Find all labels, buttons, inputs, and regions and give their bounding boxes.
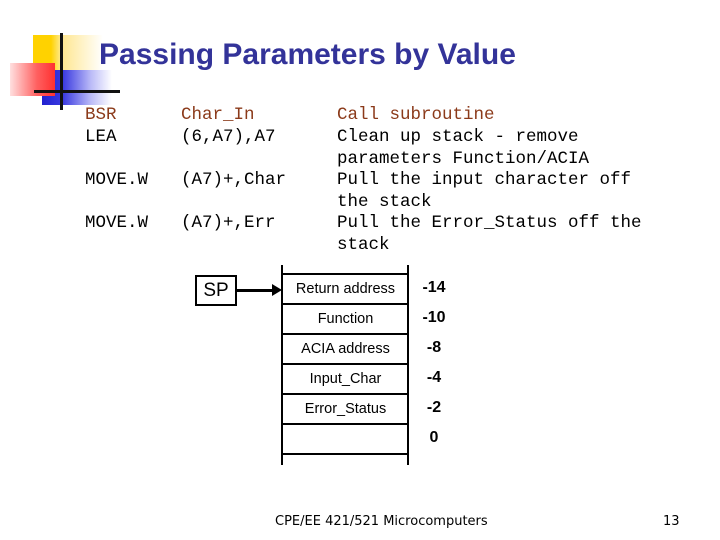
code-op-1: LEA: [85, 127, 117, 147]
footer-page-number: 13: [663, 514, 680, 529]
code-op-2: MOVE.W: [85, 170, 149, 190]
code-comment-2: Pull the input character off the stack: [337, 170, 632, 212]
stack-offset: -8: [426, 339, 442, 356]
code-operand-0: Char_In: [181, 105, 255, 125]
stack-cell-acia-address: ACIA address: [301, 341, 390, 357]
slide-title: Passing Parameters by Value: [99, 38, 516, 71]
code-operand-3: (A7)+,Err: [181, 213, 276, 233]
stack-cell-return-address: Return address: [295, 281, 396, 297]
logo-yellow-fade: [63, 35, 103, 70]
code-op-3: MOVE.W: [85, 213, 149, 233]
stack-offset: 0: [429, 429, 439, 446]
code-operand-2: (A7)+,Char: [181, 170, 287, 190]
logo-vertical-line: [60, 33, 63, 110]
stack-pointer-arrow: [237, 289, 273, 292]
stack-cell-error-status: Error_Status: [304, 401, 387, 417]
stack-cell-function: Function: [317, 311, 374, 327]
stack-left-border: [281, 265, 283, 465]
stack-pointer-box: SP: [195, 275, 237, 306]
stack-offset: -14: [422, 279, 446, 296]
code-op-0: BSR: [85, 105, 117, 125]
code-operand-1: (6,A7),A7: [181, 127, 276, 147]
stack-right-border: [407, 265, 409, 465]
stack-divider: [282, 453, 409, 455]
code-comment-0: Call subroutine: [337, 105, 495, 125]
code-comment-1: Clean up stack - remove parameters Funct…: [337, 127, 590, 169]
footer-course: CPE/EE 421/521 Microcomputers: [275, 514, 488, 529]
logo-horizontal-line: [34, 90, 120, 93]
code-comment-3: Pull the Error_Status off the stack: [337, 213, 642, 255]
stack-offset: -10: [422, 309, 446, 326]
stack-offset: -2: [426, 399, 442, 416]
stack-cell-empty: [284, 425, 407, 453]
stack-cell-input-char: Input_Char: [309, 371, 382, 387]
stack-offset: -4: [426, 369, 442, 386]
